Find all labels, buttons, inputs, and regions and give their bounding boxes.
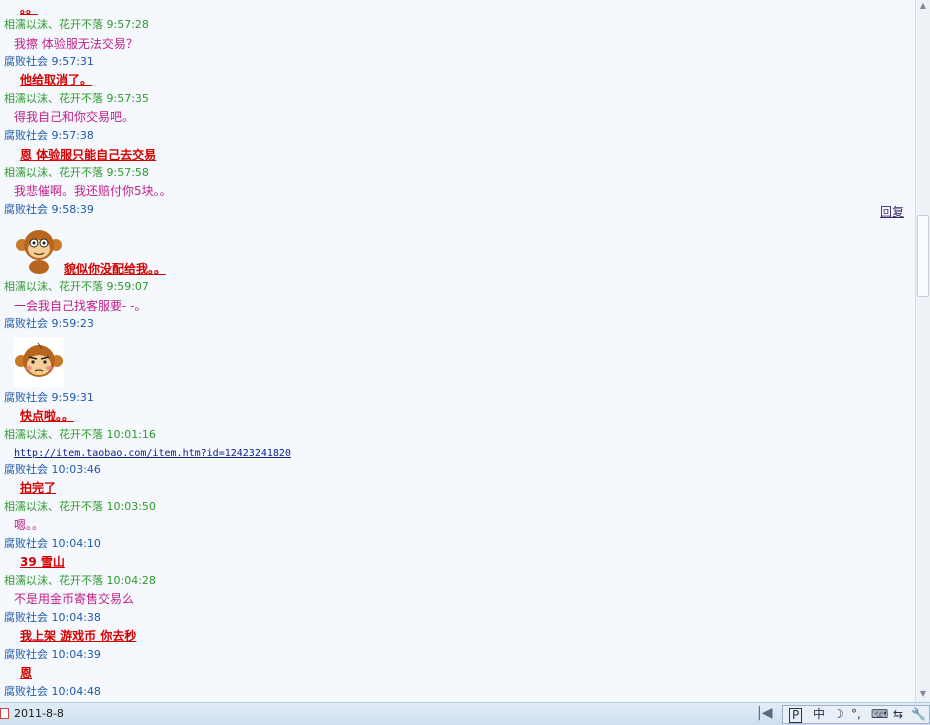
scroll-thumb[interactable] xyxy=(917,215,929,297)
message-text: 恩 xyxy=(20,666,33,680)
chat-history: 。。 相濡以沫、花开不落 9:57:28 我擦 体验服无法交易？ 腐败社会 9:… xyxy=(0,0,915,702)
message-text: 嗯。。 xyxy=(14,518,45,532)
message-text: 拍完了 xyxy=(20,481,57,495)
timestamp: 9:57:38 xyxy=(51,129,94,142)
timestamp: 9:58:39 xyxy=(51,203,94,216)
sender-name: 相濡以沫、花开不落 xyxy=(4,428,103,441)
timestamp: 10:04:28 xyxy=(106,574,156,587)
timestamp: 9:57:58 xyxy=(106,166,149,179)
ime-logo-icon[interactable]: P xyxy=(789,708,803,723)
timestamp: 9:57:28 xyxy=(106,18,149,31)
sender-name: 相濡以沫、花开不落 xyxy=(4,574,103,587)
monkey-blush-emoticon xyxy=(14,337,64,387)
sender-name: 相濡以沫、花开不落 xyxy=(4,166,103,179)
sender-name: 腐败社会 xyxy=(4,537,48,550)
wrench-icon[interactable]: 🔧 xyxy=(911,706,926,723)
timestamp: 10:04:39 xyxy=(51,648,101,661)
timestamp: 10:04:38 xyxy=(51,611,101,624)
timestamp: 9:59:23 xyxy=(51,317,94,330)
sender-name: 腐败社会 xyxy=(4,129,48,142)
message-text: 恩 体验服只能自己去交易 xyxy=(20,148,157,162)
message-text: 不是用金币寄售交易么 xyxy=(14,592,135,606)
first-page-icon[interactable]: |◀ xyxy=(757,705,772,721)
timestamp: 9:59:07 xyxy=(106,280,149,293)
sender-name: 腐败社会 xyxy=(4,463,48,476)
message-text: 我擦 体验服无法交易？ xyxy=(14,37,138,51)
vertical-scrollbar[interactable]: ▲ ▼ xyxy=(915,0,930,702)
sender-name: 腐败社会 xyxy=(4,203,48,216)
monkey-emoticon xyxy=(14,225,64,275)
reply-link[interactable]: 回复 xyxy=(880,203,904,220)
sender-name: 腐败社会 xyxy=(4,55,48,68)
sender-name: 腐败社会 xyxy=(4,611,48,624)
sender-name: 相濡以沫、花开不落 xyxy=(4,92,103,105)
scroll-up-icon[interactable]: ▲ xyxy=(918,1,928,11)
date-label: 2011-8-8 xyxy=(14,707,64,720)
message-text: 39 雪山 xyxy=(20,555,65,569)
halfwidth-moon-icon[interactable]: ☽ xyxy=(833,706,844,723)
ime-mode[interactable]: 中 xyxy=(813,706,825,723)
message-text: 他给取消了。 xyxy=(20,73,93,87)
message-text: 得我自己和你交易吧。 xyxy=(14,110,135,124)
ime-switch-icon[interactable]: ⇆ xyxy=(893,706,903,723)
timestamp: 10:03:46 xyxy=(51,463,101,476)
timestamp: 10:01:16 xyxy=(106,428,156,441)
timestamp: 10:03:50 xyxy=(106,500,156,513)
calendar-icon[interactable] xyxy=(0,708,9,719)
ime-toolbar[interactable]: P 中 ☽ °, ⌨ ⇆ 🔧 xyxy=(782,705,930,724)
soft-keyboard-icon[interactable]: ⌨ xyxy=(871,706,888,723)
sender-name: 腐败社会 xyxy=(4,648,48,661)
punctuation-icon[interactable]: °, xyxy=(851,706,861,723)
timestamp: 9:57:31 xyxy=(51,55,94,68)
message-text: 一会我自己找客服要- -。 xyxy=(14,299,147,313)
sender-name: 腐败社会 xyxy=(4,685,48,698)
sender-name: 相濡以沫、花开不落 xyxy=(4,280,103,293)
sender-name: 相濡以沫、花开不落 xyxy=(4,18,103,31)
message-link[interactable]: http://item.taobao.com/item.htm?id=12423… xyxy=(14,447,291,461)
timestamp: 10:04:10 xyxy=(51,537,101,550)
message-text: 我悲催啊。我还赔付你5块。。 xyxy=(14,184,172,198)
status-bar: 2011-8-8 |◀ P 中 ☽ °, ⌨ ⇆ 🔧 xyxy=(0,702,930,725)
timestamp: 10:04:48 xyxy=(51,685,101,698)
timestamp: 9:59:31 xyxy=(51,391,94,404)
message-text: 貌似你没配给我。。 xyxy=(64,262,167,276)
sender-name: 腐败社会 xyxy=(4,391,48,404)
sender-name: 腐败社会 xyxy=(4,317,48,330)
sender-name: 相濡以沫、花开不落 xyxy=(4,500,103,513)
message-text: 快点啦。。 xyxy=(20,409,75,423)
message-text: 我上架 游戏币 你去秒 xyxy=(20,629,137,643)
message-text: 。。 xyxy=(20,2,39,16)
scroll-down-icon[interactable]: ▼ xyxy=(918,689,928,699)
timestamp: 9:57:35 xyxy=(106,92,149,105)
